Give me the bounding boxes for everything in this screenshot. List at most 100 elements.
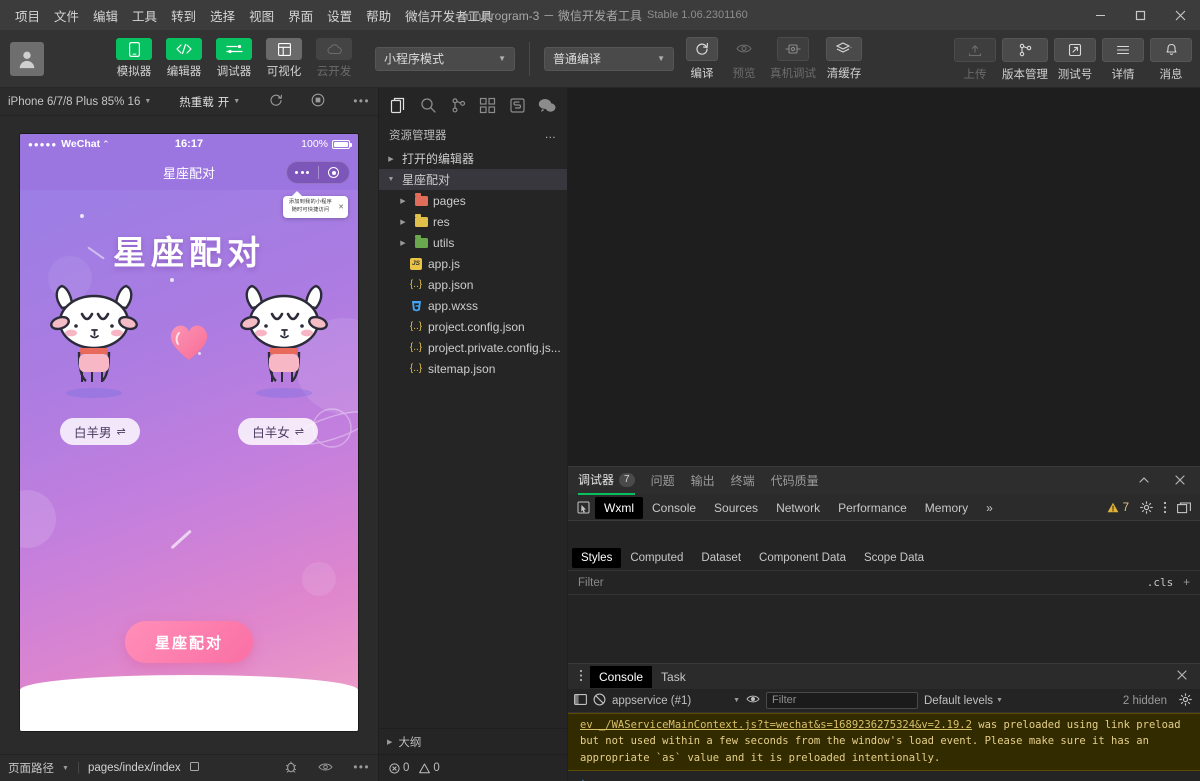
upload-action[interactable]: 上传 xyxy=(954,38,996,82)
explorer-more-icon[interactable]: … xyxy=(545,129,558,141)
console-levels-select[interactable]: Default levels ▼ xyxy=(924,695,1003,707)
tree-item-sitemap[interactable]: {..} sitemap.json xyxy=(379,358,567,379)
styles-tab-dataset[interactable]: Dataset xyxy=(692,548,750,568)
styles-filter-input[interactable]: Filter xyxy=(578,577,604,589)
tree-item-res[interactable]: ▶ res xyxy=(379,211,567,232)
gear-icon[interactable] xyxy=(1135,501,1158,514)
devtools-tab-performance[interactable]: Performance xyxy=(829,497,916,519)
styles-content[interactable] xyxy=(568,595,1200,663)
tree-item-project-config[interactable]: {..} project.config.json xyxy=(379,316,567,337)
real-device-action[interactable]: 真机调试 xyxy=(770,37,816,81)
drawer-tab-task[interactable]: Task xyxy=(652,666,695,688)
menu-item-project[interactable]: 项目 xyxy=(8,2,47,29)
mode-select[interactable]: 小程序模式 ▼ xyxy=(375,47,515,71)
styles-tab-scope-data[interactable]: Scope Data xyxy=(855,548,933,568)
menu-item-select[interactable]: 选择 xyxy=(203,2,242,29)
detail-action[interactable]: 详情 xyxy=(1102,38,1144,82)
bug-icon[interactable] xyxy=(284,760,298,777)
wechat-capsule[interactable] xyxy=(286,161,350,184)
devtools-tab-console[interactable]: Console xyxy=(643,497,705,519)
cls-button[interactable]: .cls xyxy=(1147,576,1174,589)
extensions-icon[interactable] xyxy=(474,91,502,119)
add-style-rule-button[interactable]: + xyxy=(1183,577,1190,589)
hot-reload-select[interactable]: 热重载 开 ▼ xyxy=(179,94,240,110)
files-icon[interactable] xyxy=(385,91,413,119)
copy-icon[interactable] xyxy=(189,761,200,775)
tab-debugger[interactable]: 调试器 7 xyxy=(578,467,635,495)
console-filter-input[interactable]: Filter xyxy=(766,692,918,709)
search-icon[interactable] xyxy=(415,91,443,119)
devtools-tab-overflow[interactable]: » xyxy=(977,497,1002,519)
source-control-icon[interactable] xyxy=(444,91,472,119)
tree-item-app-wxss[interactable]: app.wxss xyxy=(379,295,567,316)
snippet-icon[interactable] xyxy=(504,91,532,119)
device-select[interactable]: iPhone 6/7/8 Plus 85% 16 ▼ xyxy=(8,96,151,108)
match-button[interactable]: 星座配对 xyxy=(125,621,253,663)
tab-code-quality[interactable]: 代码质量 xyxy=(771,467,819,495)
menu-item-goto[interactable]: 转到 xyxy=(164,2,203,29)
simulator-more-icon[interactable]: ••• xyxy=(353,96,370,108)
menu-item-ui[interactable]: 界面 xyxy=(281,2,320,29)
toggle-visual[interactable]: 可视化 xyxy=(260,38,308,79)
simulator-record-icon[interactable] xyxy=(311,93,325,110)
dock-panel-icon[interactable] xyxy=(1172,502,1196,514)
right-sign-selector[interactable]: 白羊女 ⇌ xyxy=(238,418,318,445)
tree-section-open-editors[interactable]: ▶ 打开的编辑器 xyxy=(379,148,567,169)
eye-icon[interactable] xyxy=(318,762,333,775)
tree-item-pages[interactable]: ▶ pages xyxy=(379,190,567,211)
toggle-cloud[interactable]: 云开发 xyxy=(310,38,358,79)
minimize-button[interactable] xyxy=(1080,0,1120,30)
menu-item-tools[interactable]: 工具 xyxy=(125,2,164,29)
devtools-tab-network[interactable]: Network xyxy=(767,497,829,519)
console-drawer-close-icon[interactable] xyxy=(1168,669,1196,684)
chevron-up-icon[interactable] xyxy=(1134,474,1154,489)
devtools-tab-sources[interactable]: Sources xyxy=(705,497,767,519)
wechat-icon[interactable] xyxy=(533,91,561,119)
console-prompt[interactable]: › xyxy=(568,771,1200,781)
tab-problems[interactable]: 问题 xyxy=(651,467,675,495)
left-sign-selector[interactable]: 白羊男 ⇌ xyxy=(60,418,140,445)
toggle-editor[interactable]: 编辑器 xyxy=(160,38,208,79)
tab-output[interactable]: 输出 xyxy=(691,467,715,495)
clear-cache-action[interactable]: 清缓存 xyxy=(826,37,862,81)
compile-select[interactable]: 普通编译 ▼ xyxy=(544,47,674,71)
preview-action[interactable]: 预览 xyxy=(728,37,760,81)
footer-more-icon[interactable]: ••• xyxy=(353,762,370,774)
menu-item-edit[interactable]: 编辑 xyxy=(86,2,125,29)
tree-item-app-json[interactable]: {..} app.json xyxy=(379,274,567,295)
console-settings-gear-icon[interactable] xyxy=(1179,693,1192,709)
menu-item-file[interactable]: 文件 xyxy=(47,2,86,29)
toggle-debugger[interactable]: 调试器 xyxy=(210,38,258,79)
console-sidebar-toggle-icon[interactable] xyxy=(574,693,587,709)
menu-item-settings[interactable]: 设置 xyxy=(320,2,359,29)
tooltip-close-icon[interactable]: ✕ xyxy=(338,203,344,211)
devtools-warning-count[interactable]: 7 xyxy=(1101,502,1135,514)
message-action[interactable]: 消息 xyxy=(1150,38,1192,82)
editor-area[interactable] xyxy=(568,88,1200,466)
test-account-action[interactable]: 测试号 xyxy=(1054,38,1096,82)
close-icon[interactable] xyxy=(1170,474,1190,489)
version-action[interactable]: 版本管理 xyxy=(1002,38,1048,82)
tab-terminal[interactable]: 终端 xyxy=(731,467,755,495)
maximize-button[interactable] xyxy=(1120,0,1160,30)
menu-item-view[interactable]: 视图 xyxy=(242,2,281,29)
wxml-tree-pane[interactable] xyxy=(568,521,1200,545)
inspect-element-icon[interactable] xyxy=(572,501,595,514)
close-button[interactable] xyxy=(1160,0,1200,30)
console-drawer-more-icon[interactable] xyxy=(572,669,590,685)
page-path-label[interactable]: 页面路径 xyxy=(8,760,54,776)
tree-item-app-js[interactable]: JS app.js xyxy=(379,253,567,274)
tree-item-project-private-config[interactable]: {..} project.private.config.js... xyxy=(379,337,567,358)
console-eye-icon[interactable] xyxy=(746,694,760,707)
tree-item-utils[interactable]: ▶ utils xyxy=(379,232,567,253)
compile-action[interactable]: 编译 xyxy=(686,37,718,81)
outline-section[interactable]: ▶ 大纲 xyxy=(379,728,567,754)
toggle-simulator[interactable]: 模拟器 xyxy=(110,38,158,79)
styles-tab-computed[interactable]: Computed xyxy=(621,548,692,568)
console-output[interactable]: ev _/WAServiceMainContext.js?t=wechat&s=… xyxy=(568,713,1200,781)
devtools-tab-memory[interactable]: Memory xyxy=(916,497,977,519)
console-message-link[interactable]: ev _/WAServiceMainContext.js?t=wechat&s=… xyxy=(580,719,972,731)
clear-console-icon[interactable] xyxy=(593,693,606,709)
styles-tab-styles[interactable]: Styles xyxy=(572,548,621,568)
problems-status[interactable]: 0 0 xyxy=(379,754,567,781)
